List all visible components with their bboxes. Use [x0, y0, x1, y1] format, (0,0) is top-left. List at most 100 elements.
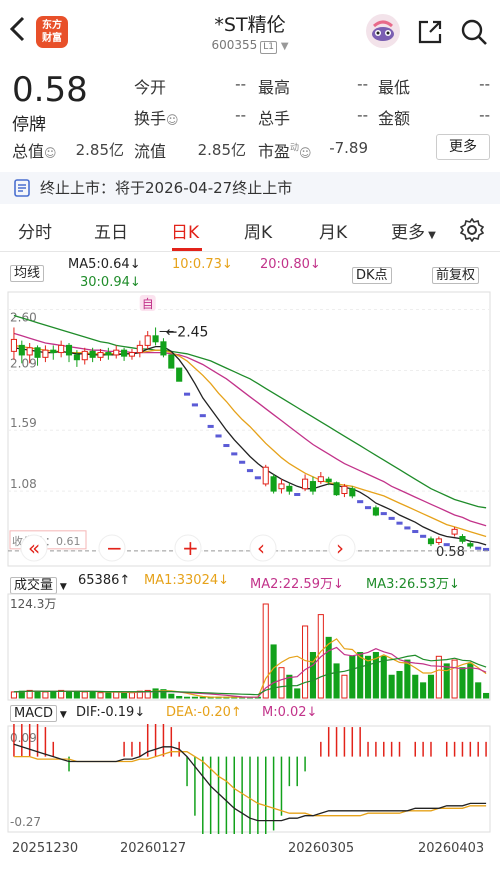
- volume-bar: [278, 667, 285, 699]
- volume-bar: [73, 690, 80, 699]
- last-price-label: 0.58: [436, 545, 465, 560]
- avatar-icon[interactable]: [366, 14, 400, 48]
- info-icon[interactable]: ☺: [299, 146, 312, 160]
- volume-bar: [191, 696, 198, 699]
- candle: [223, 444, 230, 448]
- candle: [388, 516, 395, 520]
- volume-bar: [105, 692, 112, 699]
- adjust-select[interactable]: 前复权: [432, 264, 480, 284]
- date-label: 20260305: [288, 841, 355, 856]
- chevron-down-icon: ▼: [280, 41, 289, 52]
- macd-select[interactable]: MACD ▼: [10, 705, 67, 722]
- tab-monthly-k[interactable]: 月K: [319, 218, 347, 243]
- candle: [254, 476, 261, 480]
- volume-chart[interactable]: 124.3万: [0, 592, 500, 702]
- stock-title[interactable]: *ST精伦: [150, 10, 350, 37]
- amount-label: 金额: [378, 109, 411, 128]
- candle: [113, 349, 120, 356]
- volume-bar: [89, 691, 96, 699]
- candle: [34, 347, 41, 358]
- active-tab-indicator: [172, 248, 202, 251]
- share-icon[interactable]: [416, 18, 444, 46]
- macd-dea: DEA:-0.20↑: [166, 705, 242, 720]
- chart-frame: [7, 725, 491, 833]
- turnover-value: --: [235, 106, 246, 124]
- date-label: 20260403: [418, 841, 485, 856]
- candle: [459, 536, 466, 542]
- gear-icon[interactable]: [459, 217, 485, 243]
- search-icon[interactable]: [460, 18, 488, 46]
- info-icon[interactable]: ☺: [166, 113, 179, 127]
- volume-bar: [396, 670, 403, 699]
- volume-select[interactable]: 成交量 ▼: [10, 574, 67, 594]
- volume-bar: [483, 692, 490, 699]
- low-value: --: [479, 75, 490, 93]
- candle: [364, 506, 372, 510]
- back-icon[interactable]: [8, 14, 34, 50]
- candle: [160, 341, 167, 356]
- zoom-out-glyph: −: [106, 536, 123, 560]
- volume-bar: [412, 674, 419, 699]
- volume-bar: [97, 692, 104, 699]
- tab-weekly-k[interactable]: 周K: [244, 218, 272, 243]
- macd-bottom-label: -0.27: [10, 815, 41, 829]
- volume-bar: [42, 691, 49, 699]
- volume-bar: [475, 682, 482, 699]
- volume-bar: [420, 682, 427, 699]
- tab-five-day[interactable]: 五日: [94, 218, 128, 243]
- volume-bar: [427, 674, 435, 699]
- candle: [467, 543, 474, 547]
- candle: [144, 335, 151, 346]
- candle: [207, 424, 214, 428]
- volume-ma2: MA2:22.59万↓: [250, 577, 344, 592]
- candle: [317, 476, 324, 483]
- dk-point-toggle[interactable]: DK点: [352, 264, 392, 284]
- tab-intraday[interactable]: 分时: [18, 218, 52, 243]
- candle: [435, 538, 442, 543]
- candle: [404, 526, 411, 530]
- ma5-line: [13, 345, 487, 546]
- tab-daily-k[interactable]: 日K: [171, 218, 199, 243]
- stock-code: 600355: [211, 38, 258, 52]
- chart-frame: [7, 291, 491, 567]
- float-value: 2.85亿: [197, 141, 246, 159]
- candle: [121, 349, 128, 357]
- candle: [168, 354, 175, 369]
- candle: [427, 538, 435, 545]
- volume-max-label: 124.3万: [10, 597, 56, 611]
- low-label: 最低: [378, 78, 411, 97]
- self-marker: 自: [142, 297, 154, 311]
- ma-mode-select[interactable]: 均线: [10, 262, 45, 282]
- caret-down-icon: ▼: [425, 230, 436, 241]
- info-icon[interactable]: ☺: [44, 146, 57, 160]
- candle: [89, 350, 96, 358]
- tab-more[interactable]: 更多 ▼: [391, 218, 436, 243]
- candle: [97, 352, 104, 358]
- candle: [341, 485, 348, 494]
- stock-code-row[interactable]: 600355 L1 ▼: [150, 38, 350, 54]
- volume-bar: [199, 696, 206, 699]
- macd-chart[interactable]: 0.09-0.27: [0, 724, 500, 834]
- candle: [199, 414, 206, 418]
- candle: [333, 482, 340, 496]
- app-logo: 东方 财富: [36, 16, 68, 48]
- volume-bar: [65, 690, 73, 699]
- level-badge: L1: [260, 41, 278, 54]
- more-quote-button[interactable]: 更多: [436, 134, 490, 160]
- candle: [262, 466, 269, 485]
- candle: [42, 349, 49, 358]
- candle: [105, 352, 112, 356]
- candle: [152, 335, 159, 343]
- float-value-label: 流值: [134, 142, 167, 161]
- high-value: --: [357, 75, 368, 93]
- volume-bar: [183, 696, 191, 699]
- date-label: 20251230: [12, 841, 79, 856]
- pe-value: -7.89: [329, 139, 368, 157]
- ma10-label: 10:0.73↓: [172, 257, 233, 272]
- volume-bar: [467, 663, 474, 699]
- kline-chart[interactable]: 2.602.091.591.080.58←2.45自0.58收盘价：0.61«−…: [0, 290, 500, 570]
- macd-m: M:0.02↓: [262, 705, 318, 720]
- volume-bar: [459, 667, 466, 699]
- volume-bar: [451, 659, 458, 699]
- candle: [420, 534, 427, 538]
